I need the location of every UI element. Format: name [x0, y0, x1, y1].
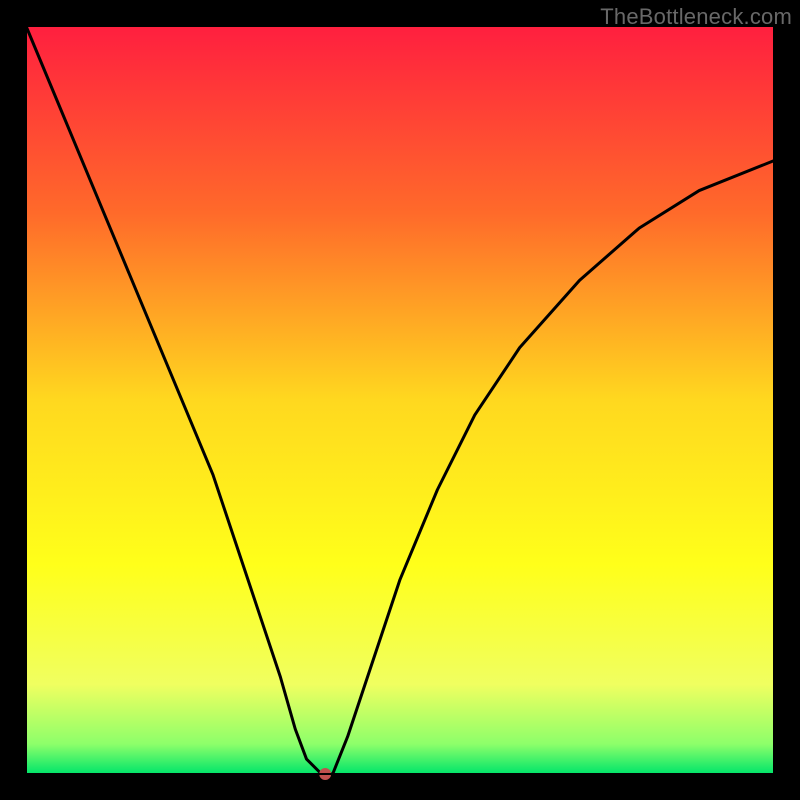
watermark-label: TheBottleneck.com	[600, 4, 792, 30]
chart-background	[26, 26, 774, 774]
bottleneck-chart	[0, 0, 800, 800]
chart-container: TheBottleneck.com	[0, 0, 800, 800]
